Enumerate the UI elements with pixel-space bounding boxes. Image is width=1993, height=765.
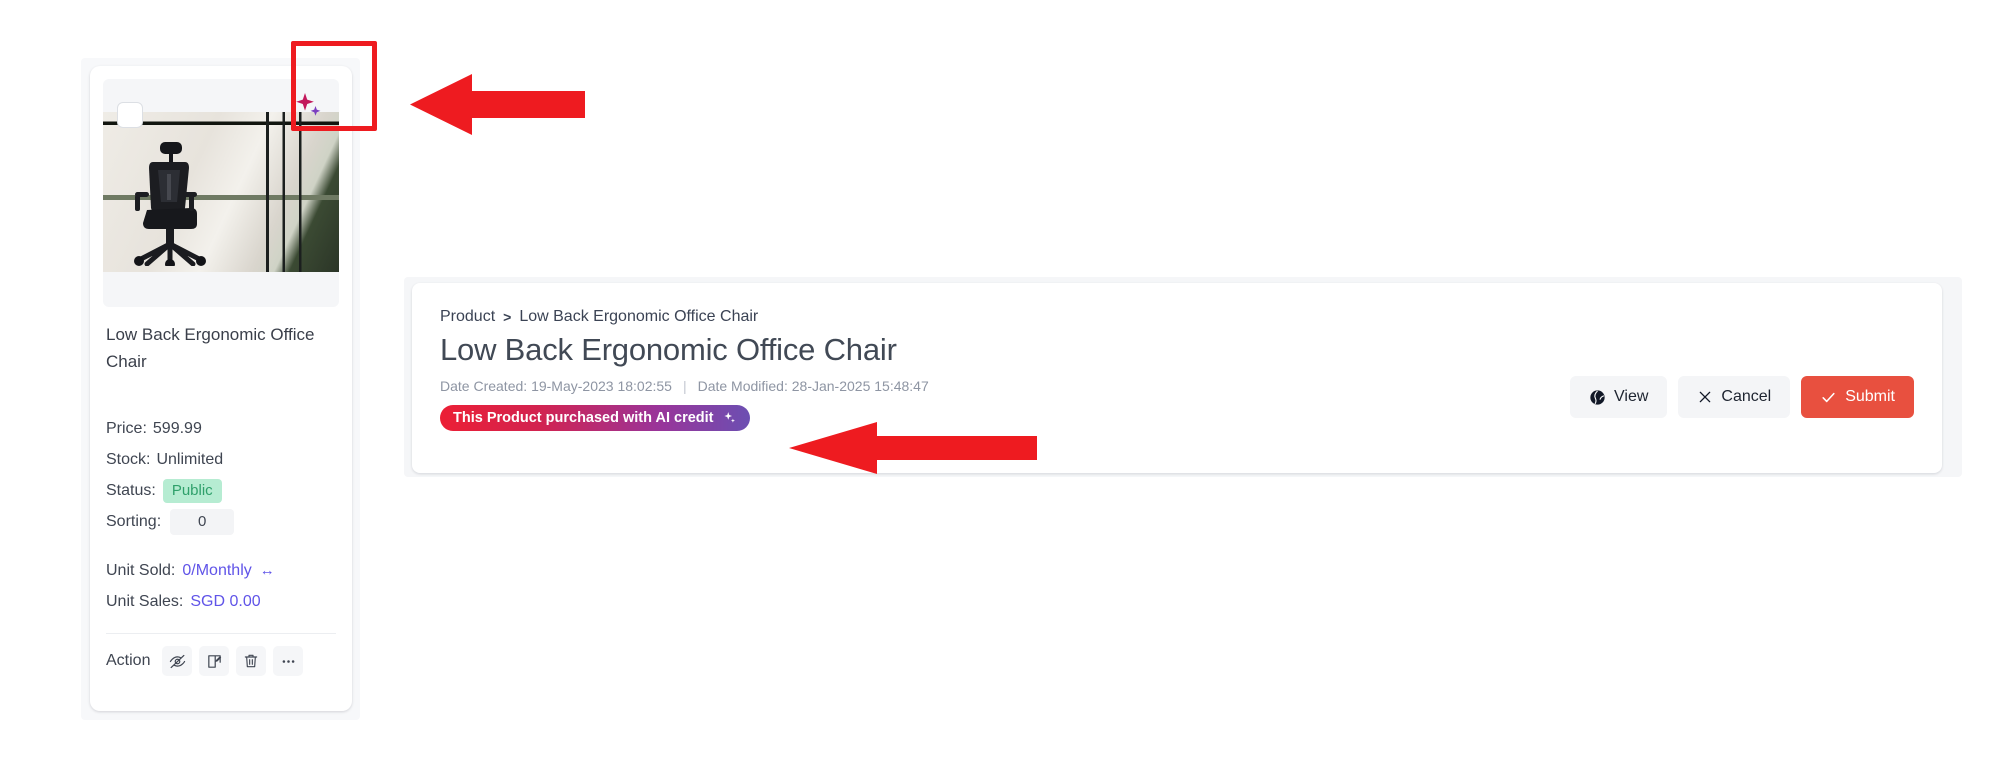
breadcrumb-current: Low Back Ergonomic Office Chair [519, 308, 759, 325]
screenshot-root: Low Back Ergonomic Office Chair Price: 5… [0, 0, 1993, 765]
product-card-title: Low Back Ergonomic Office Chair [106, 325, 315, 371]
product-detail-panel: Product > Low Back Ergonomic Office Chai… [412, 283, 1942, 473]
ai-credit-badge[interactable]: This Product purchased with AI credit [440, 405, 750, 431]
product-card-body: Low Back Ergonomic Office Chair Price: 5… [90, 307, 352, 617]
annotation-highlight-box [291, 41, 377, 131]
left-right-arrows-icon[interactable]: ↔ [260, 555, 275, 586]
product-card[interactable]: Low Back Ergonomic Office Chair Price: 5… [90, 66, 352, 711]
view-button[interactable]: View [1570, 376, 1668, 418]
date-separator: | [682, 378, 687, 394]
edit-product-button[interactable] [199, 646, 230, 676]
product-action-bar: Action [90, 634, 352, 676]
stock-value: Unlimited [156, 451, 224, 468]
check-icon [1822, 392, 1835, 402]
product-unit-sold-row: Unit Sold: 0/Monthly ↔ [106, 555, 336, 586]
price-value: 599.99 [152, 420, 202, 437]
unit-sales-value[interactable]: SGD 0.00 [190, 586, 260, 617]
product-unit-sales-row: Unit Sales: SGD 0.00 [106, 586, 336, 617]
action-label: Action [106, 652, 151, 669]
annotation-arrow-to-ai-icon [410, 74, 585, 135]
stock-label: Stock: [106, 451, 151, 468]
unit-sold-value[interactable]: 0/Monthly [182, 555, 251, 586]
date-modified-value: 28-Jan-2025 15:48:47 [791, 378, 929, 394]
ellipsis-icon [282, 659, 295, 663]
sorting-input[interactable]: 0 [170, 508, 235, 535]
select-product-checkbox[interactable] [117, 102, 143, 128]
page-title: Low Back Ergonomic Office Chair [440, 332, 897, 367]
annotation-arrow-to-ai-badge [789, 422, 1037, 474]
sorting-label: Sorting: [106, 513, 162, 530]
product-stock-row: Stock: Unlimited [106, 444, 336, 475]
globe-icon [1590, 389, 1605, 405]
date-created-value: 19-May-2023 18:02:55 [531, 378, 672, 394]
date-modified: Date Modified: 28-Jan-2025 15:48:47 [698, 378, 929, 394]
breadcrumb-root-link[interactable]: Product [440, 308, 495, 326]
close-x-icon [1700, 391, 1711, 403]
unit-sales-label: Unit Sales: [106, 593, 184, 610]
date-created-label: Date Created: [440, 378, 528, 394]
unit-sold-label: Unit Sold: [106, 562, 176, 579]
cancel-button[interactable]: Cancel [1678, 376, 1791, 418]
date-modified-label: Date Modified: [697, 378, 788, 394]
eye-off-icon [169, 654, 186, 668]
date-created: Date Created: 19-May-2023 18:02:55 [440, 378, 672, 394]
breadcrumb: Product > Low Back Ergonomic Office Chai… [440, 308, 1914, 326]
product-sorting-row: Sorting: 0 [106, 506, 336, 537]
status-label: Status: [106, 482, 156, 499]
submit-button-label: Submit [1845, 388, 1895, 405]
office-chair-illustration [134, 142, 206, 266]
product-status-row: Status: Public [106, 475, 336, 506]
ai-credit-badge-label: This Product purchased with AI credit [453, 410, 714, 426]
submit-button[interactable]: Submit [1801, 376, 1914, 418]
panel-action-buttons: View Cancel Submit [1570, 376, 1914, 418]
chevron-right-icon: > [503, 309, 512, 325]
more-options-button[interactable] [273, 646, 304, 676]
product-price-row: Price: 599.99 [106, 413, 336, 444]
trash-icon [245, 654, 258, 668]
delete-product-button[interactable] [236, 646, 267, 676]
status-badge[interactable]: Public [162, 478, 222, 503]
product-photo [103, 112, 339, 272]
price-label: Price: [106, 420, 147, 437]
product-meta-list: Price: 599.99 Stock: Unlimited Status: P… [106, 413, 336, 617]
ai-sparkle-icon [723, 412, 735, 423]
edit-square-icon [208, 654, 222, 668]
cancel-button-label: Cancel [1721, 388, 1772, 405]
view-button-label: View [1614, 388, 1649, 405]
hide-product-button[interactable] [162, 646, 193, 676]
